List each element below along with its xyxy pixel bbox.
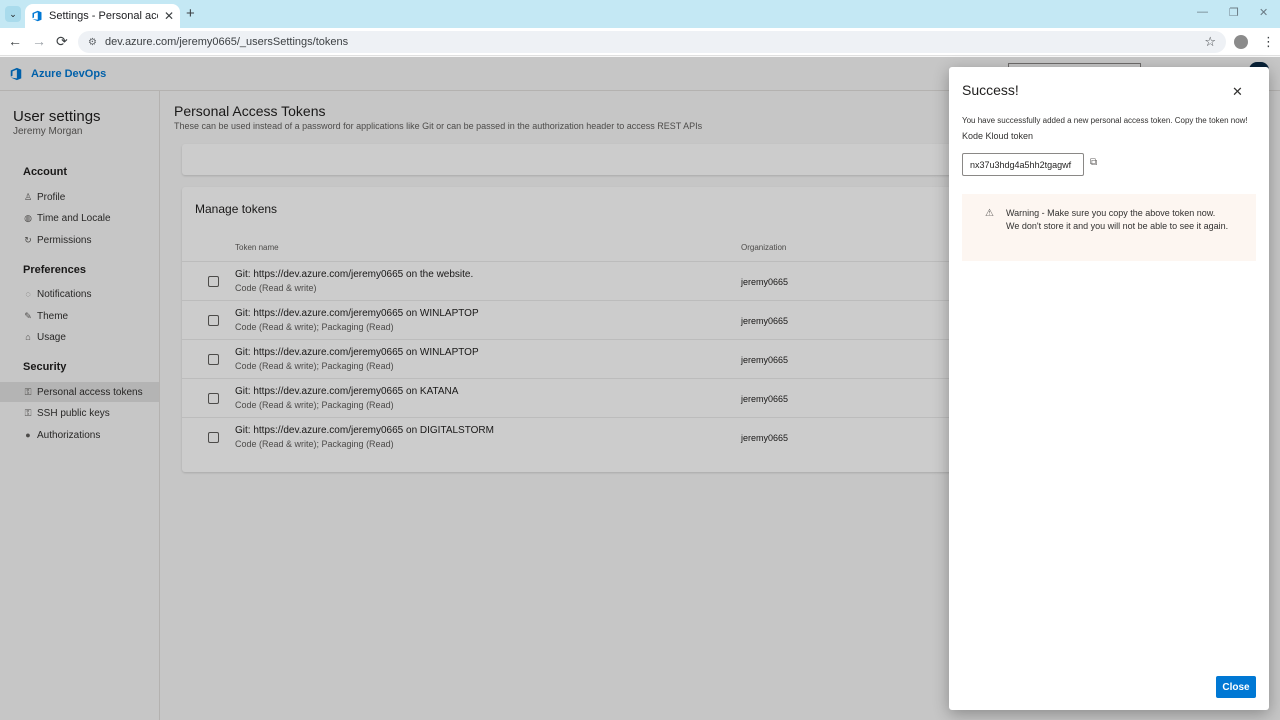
browser-toolbar: ← → ⟳ ⚙ dev.azure.com/jeremy0665/_usersS… bbox=[0, 28, 1280, 56]
dialog-title: Success! bbox=[962, 82, 1019, 98]
address-bar[interactable]: ⚙ dev.azure.com/jeremy0665/_usersSetting… bbox=[78, 31, 1226, 53]
success-dialog: Success! ✕ You have successfully added a… bbox=[949, 67, 1269, 710]
window-close-icon[interactable]: ✕ bbox=[1259, 6, 1268, 19]
minimize-icon[interactable]: — bbox=[1197, 6, 1208, 18]
warning-icon: ⚠ bbox=[985, 208, 994, 219]
site-info-icon[interactable]: ⚙ bbox=[88, 37, 97, 48]
forward-icon[interactable]: → bbox=[32, 33, 46, 49]
browser-tab-bar: ⌄ Settings - Personal access tokens ✕ + … bbox=[0, 0, 1280, 28]
browser-menu-icon[interactable]: ⋮ bbox=[1262, 34, 1275, 50]
browser-profile-avatar[interactable] bbox=[1234, 35, 1248, 49]
back-icon[interactable]: ← bbox=[8, 33, 22, 49]
warning-message-bar: ⚠ Warning - Make sure you copy the above… bbox=[962, 194, 1256, 261]
token-value-field[interactable] bbox=[962, 153, 1084, 176]
tab-search-chevron-icon[interactable]: ⌄ bbox=[5, 6, 21, 22]
warning-text: Warning - Make sure you copy the above t… bbox=[1006, 208, 1229, 231]
url-text[interactable]: dev.azure.com/jeremy0665/_usersSettings/… bbox=[105, 36, 1196, 48]
new-tab-icon[interactable]: + bbox=[186, 5, 195, 22]
tab-close-icon[interactable]: ✕ bbox=[164, 9, 174, 23]
copy-icon[interactable]: ⧉ bbox=[1090, 157, 1097, 168]
success-message: You have successfully added a new person… bbox=[962, 116, 1248, 125]
tab-title: Settings - Personal access tokens bbox=[49, 10, 158, 22]
bookmark-star-icon[interactable]: ☆ bbox=[1204, 34, 1216, 50]
browser-tab[interactable]: Settings - Personal access tokens ✕ bbox=[25, 4, 180, 28]
close-button[interactable]: Close bbox=[1216, 676, 1256, 698]
close-icon[interactable]: ✕ bbox=[1232, 84, 1243, 100]
reload-icon[interactable]: ⟳ bbox=[56, 33, 68, 50]
token-name-label: Kode Kloud token bbox=[962, 131, 1034, 141]
restore-icon[interactable]: ❐ bbox=[1229, 6, 1239, 19]
azure-devops-favicon-icon bbox=[32, 10, 42, 22]
